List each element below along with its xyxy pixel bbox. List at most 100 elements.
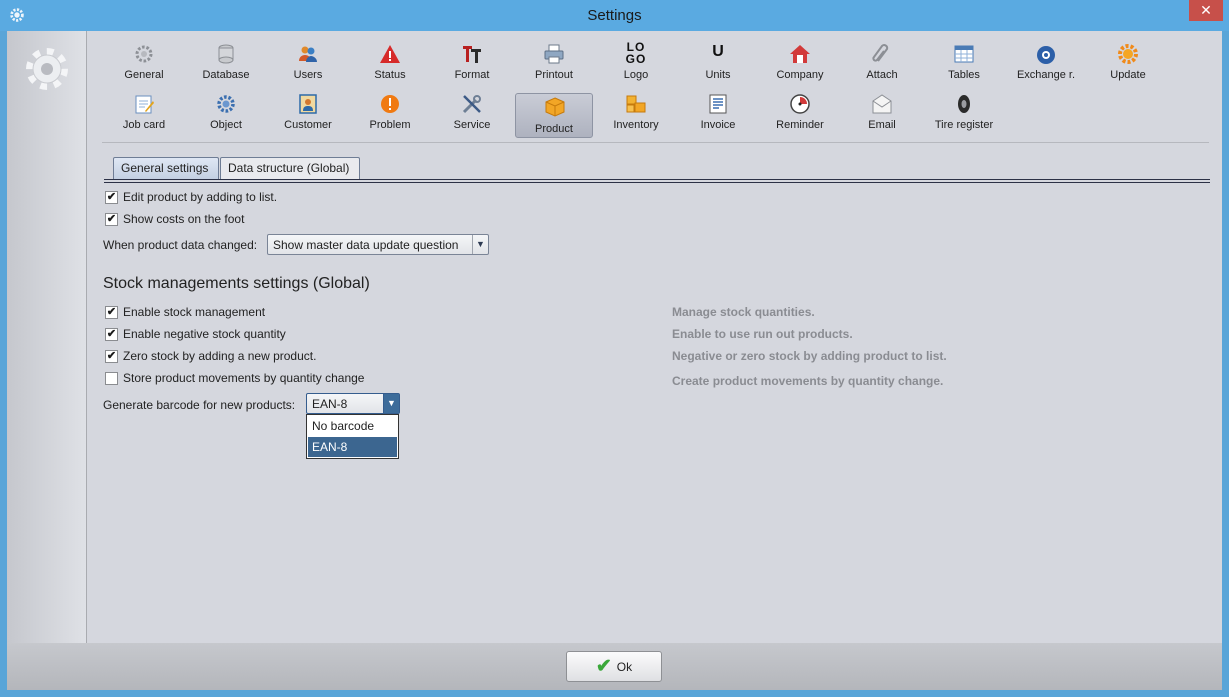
tool-tire-register[interactable]: Tire register: [926, 89, 1002, 135]
object-icon: [217, 95, 235, 113]
tool-attach[interactable]: Attach: [844, 39, 920, 85]
checkmark-icon: ✔: [595, 656, 612, 677]
checkbox-box[interactable]: ✔: [105, 305, 118, 319]
tool-problem[interactable]: Problem: [352, 89, 428, 135]
chevron-down-icon[interactable]: ▼: [472, 235, 488, 254]
update-icon: [1118, 44, 1138, 64]
tool-general[interactable]: General: [106, 39, 182, 85]
paperclip-icon: [872, 44, 889, 62]
tool-object[interactable]: Object: [188, 89, 264, 135]
tool-database[interactable]: Database: [188, 39, 264, 85]
hint-text: Create product movements by quantity cha…: [672, 374, 944, 388]
tool-label: Units: [705, 69, 731, 81]
database-icon: [218, 44, 234, 64]
tool-users[interactable]: Users: [270, 39, 346, 85]
select-value: EAN-8: [312, 397, 348, 411]
hint-text: Enable to use run out products.: [672, 327, 853, 341]
product-changed-select[interactable]: Show master data update question ▼: [267, 234, 489, 255]
dropdown-option[interactable]: No barcode: [308, 416, 397, 436]
window-title: Settings: [587, 7, 642, 24]
tool-label: Company: [776, 69, 824, 81]
boxes-icon: [626, 95, 646, 113]
tool-label: Problem: [369, 119, 411, 131]
tool-status[interactable]: Status: [352, 39, 428, 85]
product-changed-label: When product data changed:: [103, 238, 258, 252]
barcode-dropdown-list: No barcode EAN-8: [306, 414, 399, 459]
tool-invoice[interactable]: Invoice: [680, 89, 756, 135]
tool-company[interactable]: Company: [762, 39, 838, 85]
checkbox-label: Show costs on the foot: [123, 212, 245, 226]
tool-label: Reminder: [776, 119, 824, 131]
title-bar: Settings ✕: [0, 0, 1229, 31]
tool-service[interactable]: Service: [434, 89, 510, 135]
clock-icon: [790, 94, 810, 114]
tool-customer[interactable]: Customer: [270, 89, 346, 135]
tool-tables[interactable]: Tables: [926, 39, 1002, 85]
tool-label: Attach: [866, 69, 898, 81]
tool-label: Exchange r.: [1016, 69, 1076, 81]
tool-label: Email: [868, 119, 896, 131]
close-button[interactable]: ✕: [1189, 0, 1223, 21]
left-strip: [7, 31, 87, 643]
stock-section-title: Stock managements settings (Global): [103, 275, 370, 292]
tool-label: General: [124, 69, 164, 81]
format-icon: [463, 46, 481, 63]
problem-icon: [381, 95, 399, 113]
store-movements-checkbox[interactable]: Store product movements by quantity chan…: [105, 370, 364, 386]
checkbox-label: Enable stock management: [123, 305, 266, 319]
tool-label: Job card: [122, 119, 166, 131]
tool-label: Database: [202, 69, 250, 81]
tool-printout[interactable]: Printout: [516, 39, 592, 85]
tool-label: Product: [535, 123, 573, 135]
tool-update[interactable]: Update: [1090, 39, 1166, 85]
tool-label: Printout: [535, 69, 573, 81]
units-icon: U: [712, 43, 724, 60]
exchange-icon: [1037, 46, 1055, 64]
zero-stock-checkbox[interactable]: ✔ Zero stock by adding a new product.: [105, 348, 316, 364]
checkbox-box[interactable]: ✔: [105, 212, 118, 226]
dropdown-option-selected[interactable]: EAN-8: [308, 437, 397, 457]
tool-exchange[interactable]: Exchange r.: [1008, 39, 1084, 85]
barcode-select[interactable]: EAN-8 ▼: [306, 393, 400, 414]
tool-units[interactable]: U Units: [680, 39, 756, 85]
tool-reminder[interactable]: Reminder: [762, 89, 838, 135]
tool-label: Format: [454, 69, 490, 81]
tool-product[interactable]: Product: [515, 93, 593, 138]
large-gear-icon: [26, 48, 68, 90]
settings-client-area: General Database Users Status Format Pri…: [7, 31, 1222, 690]
printer-icon: [544, 44, 564, 64]
checkbox-box[interactable]: ✔: [105, 190, 118, 204]
negative-stock-checkbox[interactable]: ✔ Enable negative stock quantity: [105, 326, 286, 342]
tool-label: Update: [1110, 69, 1146, 81]
checkbox-box[interactable]: ✔: [105, 349, 118, 363]
checkbox-box[interactable]: [105, 371, 118, 385]
tool-inventory[interactable]: Inventory: [598, 89, 674, 135]
tool-email[interactable]: Email: [844, 89, 920, 135]
enable-stock-checkbox[interactable]: ✔ Enable stock management: [105, 304, 265, 320]
tool-job-card[interactable]: Job card: [106, 89, 182, 135]
tool-label: Service: [453, 119, 491, 131]
tab-general-settings[interactable]: General settings: [113, 157, 219, 179]
users-icon: [299, 46, 317, 62]
checkbox-box[interactable]: ✔: [105, 327, 118, 341]
hint-text: Manage stock quantities.: [672, 305, 815, 319]
chevron-down-icon[interactable]: ▼: [383, 394, 399, 413]
tab-data-structure[interactable]: Data structure (Global): [220, 157, 360, 179]
ok-label: Ok: [616, 659, 633, 674]
table-icon: [954, 45, 974, 63]
logo-icon: LO GO: [621, 41, 651, 65]
gear-icon: [135, 45, 153, 63]
tool-logo[interactable]: LO GO Logo: [598, 39, 674, 85]
tool-label: Customer: [284, 119, 332, 131]
tool-label: Tables: [948, 69, 980, 81]
tool-label: Users: [293, 69, 323, 81]
checkbox-label: Store product movements by quantity chan…: [123, 371, 365, 385]
logo-text-bottom: GO: [625, 52, 647, 66]
tool-format[interactable]: Format: [434, 39, 510, 85]
tab-underline: [104, 179, 1210, 180]
edit-product-checkbox[interactable]: ✔ Edit product by adding to list.: [105, 189, 277, 205]
ok-button[interactable]: ✔ Ok: [566, 651, 662, 682]
tire-icon: [958, 95, 970, 113]
show-costs-checkbox[interactable]: ✔ Show costs on the foot: [105, 211, 244, 227]
toolbar-separator: [102, 142, 1209, 143]
